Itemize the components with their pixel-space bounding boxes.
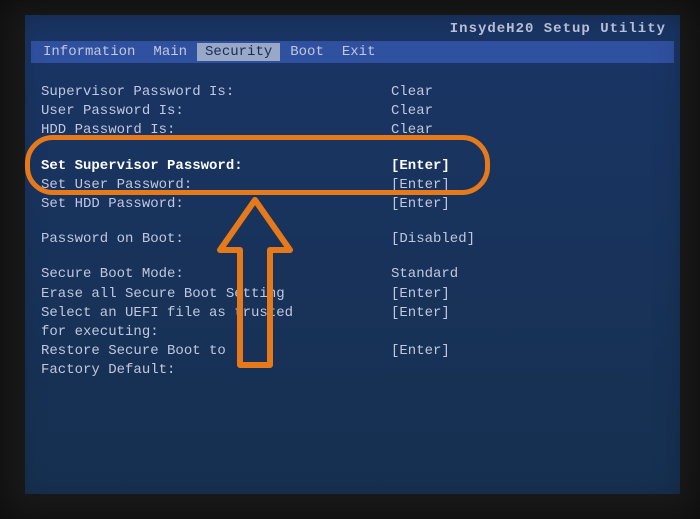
set-supervisor-row[interactable]: Set Supervisor Password: [Enter] (41, 157, 664, 175)
menu-security[interactable]: Security (197, 43, 280, 61)
select-uefi-row-2: for executing: (41, 323, 664, 341)
erase-secure-value: [Enter] (391, 285, 450, 303)
set-supervisor-label: Set Supervisor Password: (41, 157, 391, 175)
restore-secure-label-2: Factory Default: (41, 361, 391, 379)
hdd-status-row: HDD Password Is: Clear (41, 121, 664, 139)
set-user-row[interactable]: Set User Password: [Enter] (41, 176, 664, 194)
bios-screen: InsydeH20 Setup Utility Information Main… (25, 15, 680, 494)
menu-boot[interactable]: Boot (282, 43, 332, 61)
user-status-value: Clear (391, 102, 433, 120)
secure-mode-row: Secure Boot Mode: Standard (41, 265, 664, 283)
set-supervisor-value: [Enter] (391, 157, 450, 175)
set-hdd-row[interactable]: Set HDD Password: [Enter] (41, 195, 664, 213)
erase-secure-label: Erase all Secure Boot Setting (41, 285, 391, 303)
erase-secure-row[interactable]: Erase all Secure Boot Setting [Enter] (41, 285, 664, 303)
menu-exit[interactable]: Exit (334, 43, 384, 61)
set-user-value: [Enter] (391, 176, 450, 194)
restore-secure-row[interactable]: Restore Secure Boot to [Enter] (41, 342, 664, 360)
pwd-on-boot-label: Password on Boot: (41, 230, 391, 248)
pwd-on-boot-row[interactable]: Password on Boot: [Disabled] (41, 230, 664, 248)
supervisor-status-label: Supervisor Password Is: (41, 83, 391, 101)
set-hdd-value: [Enter] (391, 195, 450, 213)
supervisor-status-row: Supervisor Password Is: Clear (41, 83, 664, 101)
restore-secure-value: [Enter] (391, 342, 450, 360)
select-uefi-label-2: for executing: (41, 323, 391, 341)
hdd-status-label: HDD Password Is: (41, 121, 391, 139)
menu-main[interactable]: Main (145, 43, 195, 61)
utility-title: InsydeH20 Setup Utility (31, 19, 674, 41)
hdd-status-value: Clear (391, 121, 433, 139)
restore-secure-label-1: Restore Secure Boot to (41, 342, 391, 360)
secure-mode-label: Secure Boot Mode: (41, 265, 391, 283)
select-uefi-value: [Enter] (391, 304, 450, 322)
pwd-on-boot-value: [Disabled] (391, 230, 475, 248)
menu-bar: Information Main Security Boot Exit (31, 41, 674, 63)
select-uefi-row[interactable]: Select an UEFI file as trusted [Enter] (41, 304, 664, 322)
secure-mode-value: Standard (391, 265, 458, 283)
set-user-label: Set User Password: (41, 176, 391, 194)
menu-information[interactable]: Information (35, 43, 143, 61)
set-hdd-label: Set HDD Password: (41, 195, 391, 213)
user-status-row: User Password Is: Clear (41, 102, 664, 120)
user-status-label: User Password Is: (41, 102, 391, 120)
select-uefi-label-1: Select an UEFI file as trusted (41, 304, 391, 322)
restore-secure-row-2: Factory Default: (41, 361, 664, 379)
content-area: Supervisor Password Is: Clear User Passw… (31, 63, 674, 390)
supervisor-status-value: Clear (391, 83, 433, 101)
